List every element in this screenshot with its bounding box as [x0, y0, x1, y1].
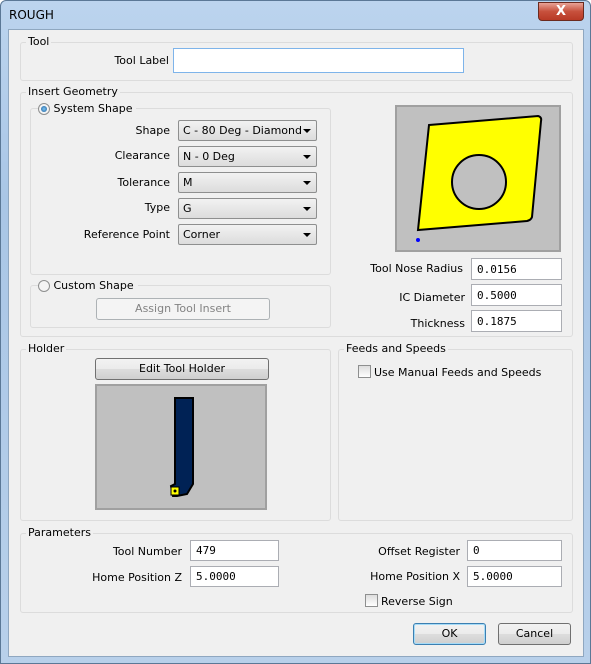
- manual-feeds-checkbox[interactable]: [358, 365, 371, 378]
- tool-label-label: Tool Label: [114, 54, 169, 67]
- home-z-input[interactable]: [190, 566, 279, 587]
- tool-label-input[interactable]: [173, 48, 464, 73]
- feeds-speeds-label: Feeds and Speeds: [344, 342, 448, 355]
- reverse-sign-checkbox[interactable]: [365, 594, 378, 607]
- chevron-down-icon: [303, 207, 311, 211]
- type-value: G: [183, 202, 192, 215]
- cancel-button[interactable]: Cancel: [498, 623, 571, 645]
- home-x-input[interactable]: [467, 566, 562, 587]
- clearance-label: Clearance: [114, 149, 170, 162]
- offset-register-input[interactable]: [467, 540, 562, 561]
- tool-number-label: Tool Number: [112, 545, 182, 558]
- close-button[interactable]: X: [538, 2, 584, 21]
- parameters-group-label: Parameters: [26, 526, 93, 539]
- shape-label: Shape: [135, 124, 170, 137]
- tool-number-input[interactable]: [190, 540, 279, 561]
- offset-register-label: Offset Register: [378, 545, 460, 558]
- insert-preview: [395, 105, 561, 252]
- window-title: ROUGH: [9, 8, 54, 22]
- manual-feeds-label[interactable]: Use Manual Feeds and Speeds: [374, 366, 541, 379]
- edit-tool-holder-button[interactable]: Edit Tool Holder: [95, 358, 269, 380]
- clearance-value: N - 0 Deg: [183, 150, 235, 163]
- tool-group-label: Tool: [26, 35, 52, 48]
- reference-point-label: Reference Point: [83, 228, 170, 241]
- assign-tool-insert-button[interactable]: Assign Tool Insert: [96, 298, 270, 320]
- ic-diameter-label: IC Diameter: [399, 291, 465, 304]
- chevron-down-icon: [303, 155, 311, 159]
- thickness-label: Thickness: [410, 317, 465, 330]
- holder-preview: [95, 384, 267, 510]
- type-label: Type: [144, 201, 170, 214]
- custom-shape-option[interactable]: Custom Shape: [38, 279, 138, 292]
- tool-holder-icon: [169, 397, 194, 497]
- chevron-down-icon: [303, 129, 311, 133]
- ok-button[interactable]: OK: [413, 623, 486, 645]
- shape-value: C - 80 Deg - Diamond: [183, 124, 302, 137]
- home-x-label: Home Position X: [370, 570, 460, 583]
- tolerance-select[interactable]: M: [178, 172, 317, 193]
- shape-select[interactable]: C - 80 Deg - Diamond: [178, 120, 317, 141]
- tool-nose-radius-input[interactable]: [471, 258, 562, 280]
- insert-shape-icon: [416, 114, 543, 242]
- tool-nose-radius-label: Tool Nose Radius: [370, 262, 463, 275]
- reference-point-select[interactable]: Corner: [178, 224, 317, 245]
- holder-group-label: Holder: [26, 342, 67, 355]
- home-z-label: Home Position Z: [92, 571, 182, 584]
- clearance-select[interactable]: N - 0 Deg: [178, 146, 317, 167]
- ic-diameter-input[interactable]: [471, 284, 562, 306]
- system-shape-option[interactable]: System Shape: [38, 102, 137, 115]
- system-shape-label: System Shape: [53, 102, 133, 115]
- chevron-down-icon: [303, 181, 311, 185]
- system-shape-radio[interactable]: [38, 103, 50, 115]
- thickness-input[interactable]: [471, 310, 562, 332]
- reverse-sign-label[interactable]: Reverse Sign: [381, 595, 453, 608]
- tolerance-value: M: [183, 176, 193, 189]
- tolerance-label: Tolerance: [117, 176, 170, 189]
- custom-shape-label: Custom Shape: [53, 279, 134, 292]
- chevron-down-icon: [303, 233, 311, 237]
- insert-geometry-label: Insert Geometry: [26, 85, 120, 98]
- reference-point-value: Corner: [183, 228, 221, 241]
- type-select[interactable]: G: [178, 198, 317, 219]
- custom-shape-radio[interactable]: [38, 280, 50, 292]
